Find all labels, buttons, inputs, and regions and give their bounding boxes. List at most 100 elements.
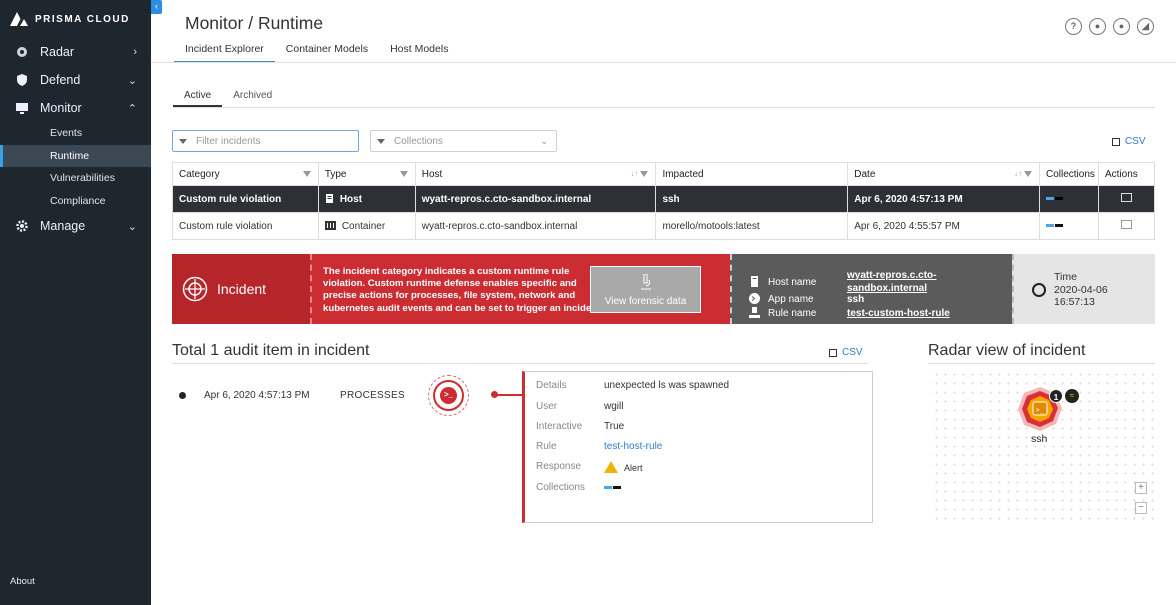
rule-name-link[interactable]: test-custom-host-rule: [847, 307, 950, 320]
csv-export-link[interactable]: CSV: [1112, 136, 1146, 147]
filter-icon: [377, 138, 385, 144]
help-icon[interactable]: ?: [1065, 18, 1082, 35]
cell-host: wyatt-repros.c.cto-sandbox.internal: [414, 185, 657, 213]
col-category[interactable]: Category: [172, 162, 319, 186]
tab-archived[interactable]: Archived: [222, 86, 283, 107]
nav-compliance[interactable]: Compliance: [0, 190, 151, 213]
chevron-right-icon: ›: [133, 46, 137, 58]
svg-text:>_: >_: [1036, 406, 1045, 414]
nav-manage[interactable]: Manage ⌄: [0, 212, 151, 240]
radar-divider: [928, 363, 1155, 364]
timeline-dot: [179, 392, 186, 399]
cell-host: wyatt-repros.c.cto-sandbox.internal: [414, 212, 657, 240]
header-icons: ? ● ● ◢: [1065, 18, 1154, 35]
prisma-logo-icon: [10, 12, 28, 26]
archive-icon[interactable]: [1120, 193, 1132, 202]
cell-type: Host: [317, 185, 416, 213]
time-label: Time: [1054, 271, 1077, 283]
nav-vulnerabilities[interactable]: Vulnerabilities: [0, 167, 151, 190]
cell-impacted: morello/motools:latest: [655, 212, 849, 240]
rule-icon: [749, 307, 760, 318]
filter-incidents-input[interactable]: Filter incidents: [172, 130, 359, 152]
tab-active[interactable]: Active: [173, 86, 223, 107]
cell-actions: [1097, 212, 1156, 240]
audit-detail-card: Details unexpected ls was spawned User wgi…: [522, 371, 873, 523]
nav-runtime[interactable]: Runtime: [0, 144, 151, 167]
chevron-down-icon: ⌄: [540, 136, 548, 146]
audit-date: Apr 6, 2020 4:57:13 PM: [204, 390, 310, 401]
bell-icon[interactable]: ●: [1089, 18, 1106, 35]
filter-icon[interactable]: [302, 171, 311, 177]
host-name-label: Host name: [768, 276, 817, 288]
host-icon: [751, 275, 758, 287]
col-date[interactable]: Date ↓↑: [847, 162, 1040, 186]
chevron-down-icon: ⌄: [127, 221, 137, 233]
cell-type: Container: [317, 212, 416, 240]
detail-value: True: [604, 421, 625, 432]
tab-incident-explorer[interactable]: Incident Explorer: [174, 38, 275, 63]
nav-events[interactable]: Events: [0, 122, 151, 145]
time-date: 2020-04-06: [1054, 283, 1108, 296]
header-divider: [151, 62, 1176, 63]
archive-icon[interactable]: [1120, 220, 1132, 229]
incident-count-badge: 1: [1049, 389, 1063, 403]
process-icon[interactable]: >_: [428, 375, 469, 416]
zoom-in-button[interactable]: +: [1135, 482, 1147, 494]
top-tabs: Incident Explorer Container Models Host …: [174, 38, 459, 63]
network-icon: ≈: [1065, 389, 1079, 403]
table-row[interactable]: Custom rule violation Container wyatt-re…: [172, 212, 1156, 240]
brand-logo[interactable]: PRISMA CLOUD: [0, 0, 151, 38]
detail-key: Details: [536, 380, 567, 391]
collections-select[interactable]: Collections ⌄: [370, 130, 557, 152]
user-icon[interactable]: ●: [1113, 18, 1130, 35]
sort-icon[interactable]: ↓↑: [1014, 169, 1022, 178]
sort-icon[interactable]: ↓↑: [630, 169, 638, 178]
audit-type: PROCESSES: [340, 390, 405, 401]
filter-icon[interactable]: [1023, 171, 1032, 177]
zoom-out-button[interactable]: −: [1135, 502, 1147, 514]
external-link-icon: [1112, 137, 1120, 146]
brand-name: PRISMA CLOUD: [35, 13, 130, 25]
col-host[interactable]: Host ↓↑: [414, 162, 657, 186]
audit-divider: [172, 363, 868, 364]
response-value: Alert: [624, 463, 643, 473]
cell-actions: [1097, 185, 1156, 213]
forensic-button-label: View forensic data: [604, 296, 687, 307]
incidents-table: Category Type Host ↓↑ Impacted Date ↓↑ Col…: [172, 162, 1156, 240]
detail-key: Rule: [536, 441, 557, 452]
host-name-link[interactable]: wyatt-repros.c.cto-sandbox.internal: [847, 269, 957, 295]
audit-csv-link[interactable]: CSV: [829, 347, 863, 358]
detail-value: wgill: [604, 401, 624, 412]
col-type[interactable]: Type: [317, 162, 416, 186]
app-icon: [749, 293, 760, 304]
nav-defend[interactable]: Defend ⌄: [0, 66, 151, 94]
incident-description-panel: The incident category indicates a custom…: [310, 254, 730, 324]
nav-radar[interactable]: Radar ›: [0, 38, 151, 66]
nav-monitor-label: Monitor: [40, 101, 82, 115]
col-collections: Collections: [1038, 162, 1099, 186]
app-name-value: ssh: [847, 294, 865, 305]
cell-collections: [1038, 212, 1099, 240]
app-name-label: App name: [768, 294, 814, 305]
filter-icon: [179, 138, 187, 144]
csv-label: CSV: [1125, 136, 1146, 147]
detail-key: Collections: [536, 482, 585, 493]
signal-icon[interactable]: ◢: [1137, 18, 1154, 35]
cell-impacted: ssh: [655, 185, 849, 213]
col-impacted[interactable]: Impacted: [655, 162, 849, 186]
nav-monitor[interactable]: Monitor ⌃: [0, 94, 151, 122]
about-link[interactable]: About: [10, 576, 35, 587]
tab-host-models[interactable]: Host Models: [379, 38, 459, 63]
connector-line: [495, 394, 524, 396]
filter-icon[interactable]: [640, 171, 649, 177]
page-title: Monitor / Runtime: [185, 13, 324, 33]
warning-icon: [604, 461, 618, 473]
rule-link[interactable]: test-host-rule: [604, 441, 662, 452]
view-forensic-data-button[interactable]: View forensic data: [590, 266, 701, 313]
filter-icon[interactable]: [399, 171, 408, 177]
connector-dot: [491, 391, 498, 398]
crosshair-icon: [182, 276, 208, 302]
table-row[interactable]: Custom rule violation Host wyatt-repros.…: [172, 185, 1156, 213]
tab-container-models[interactable]: Container Models: [275, 38, 379, 63]
nav-radar-label: Radar: [40, 45, 75, 59]
